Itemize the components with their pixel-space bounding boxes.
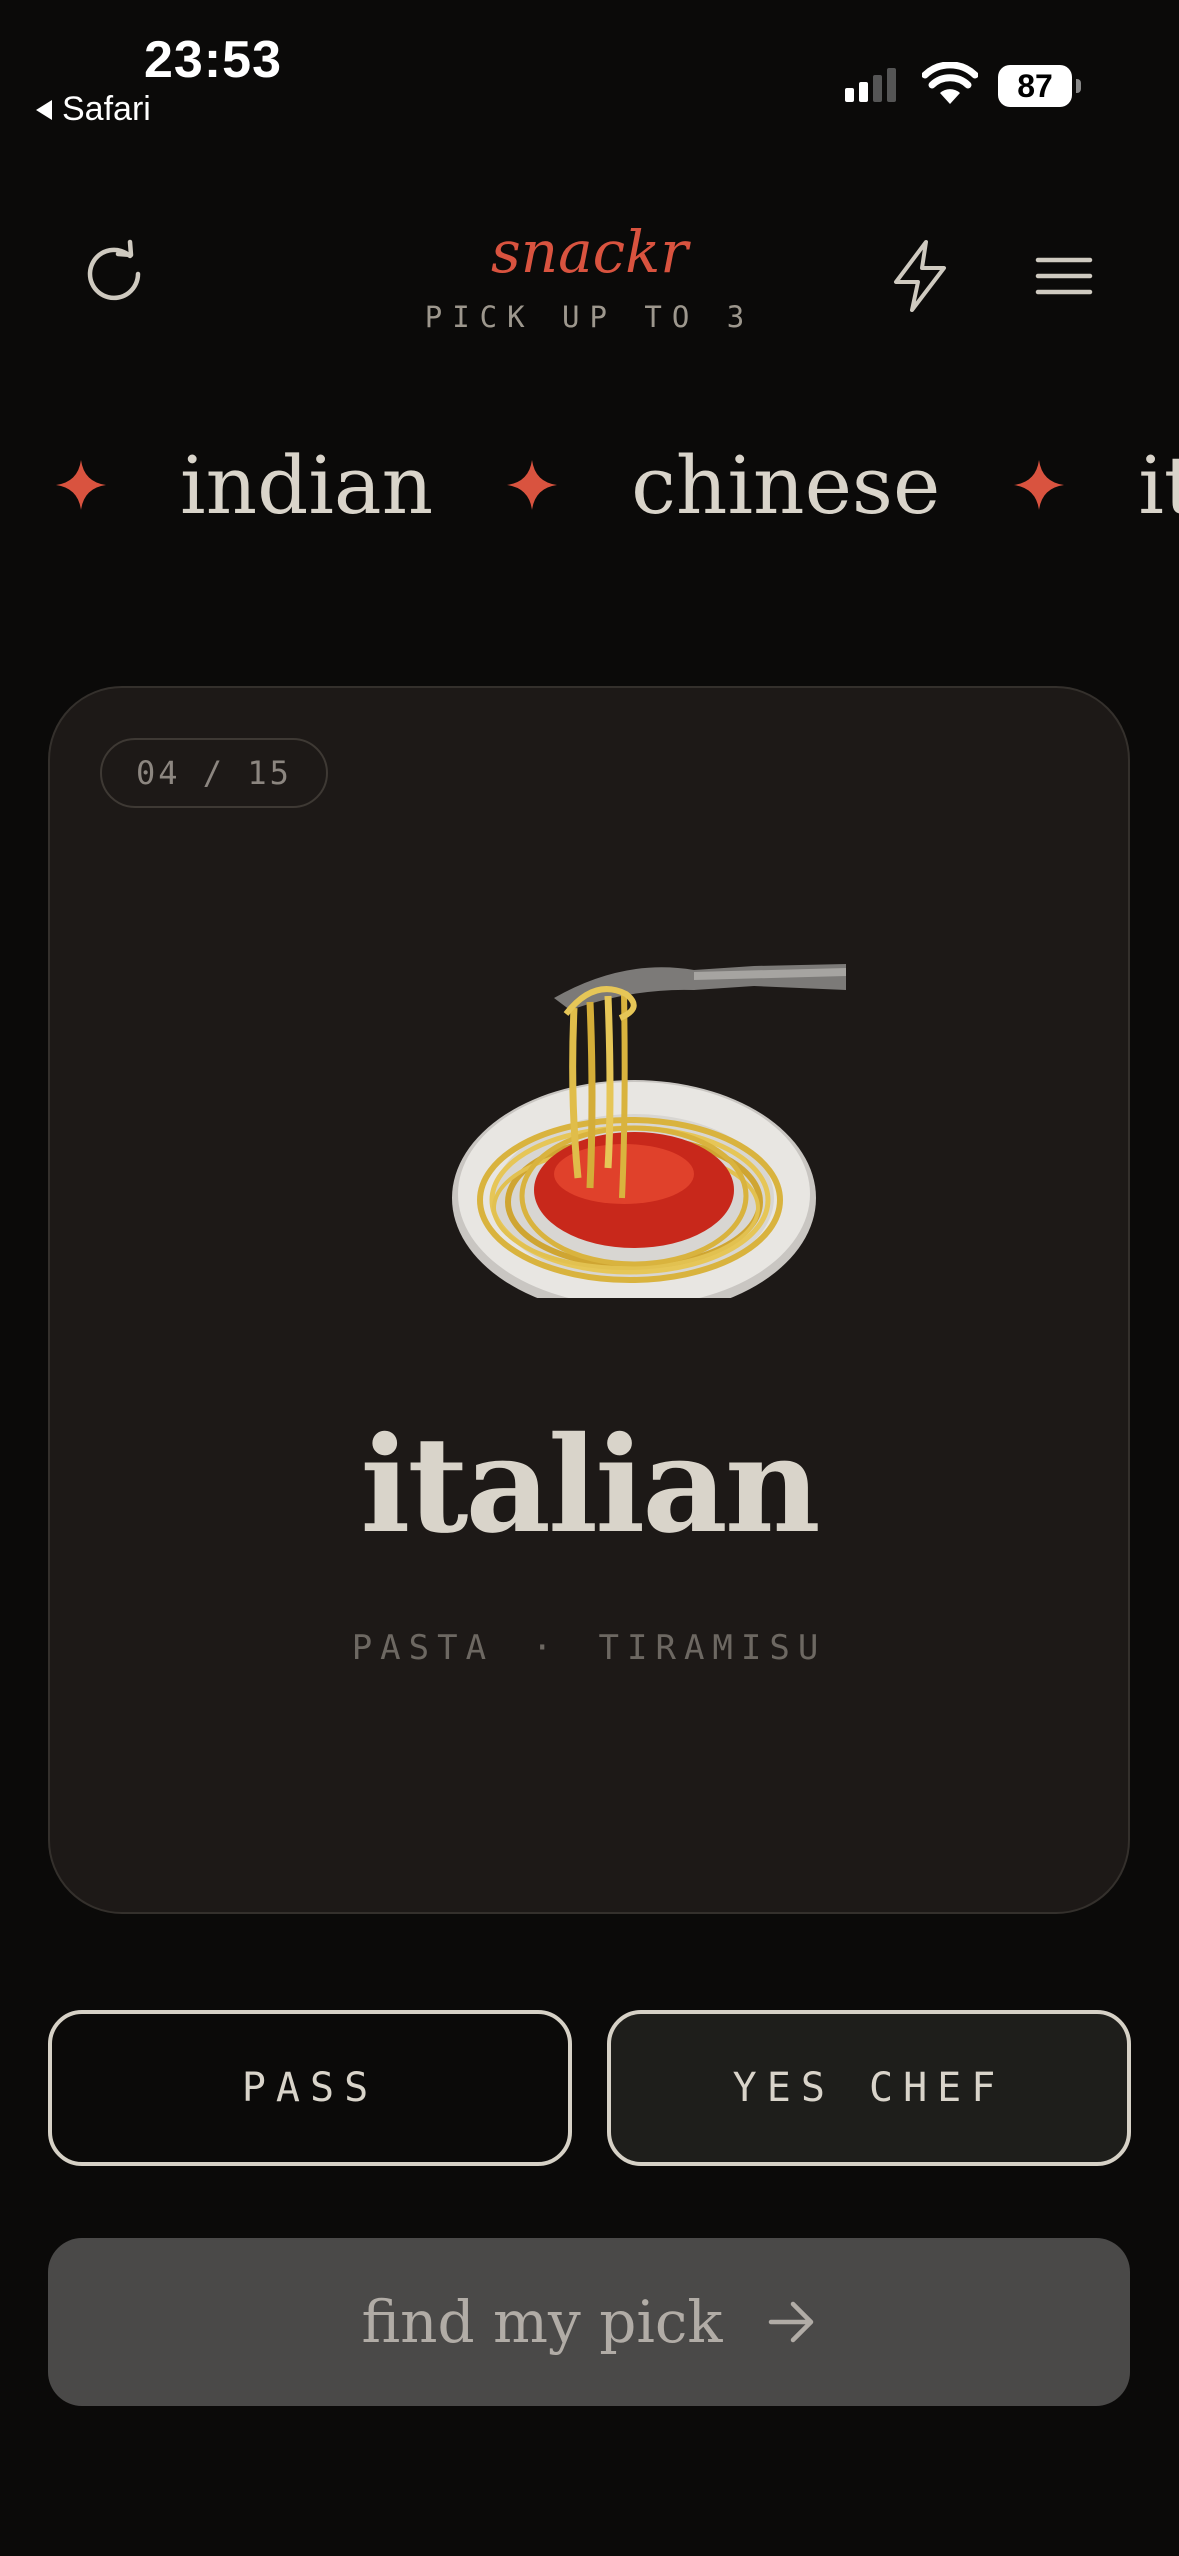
sparkle-icon [1014, 460, 1065, 510]
app-logo: snackr [490, 218, 689, 286]
card-counter: 04 / 15 [100, 738, 328, 808]
arrow-right-icon [768, 2301, 813, 2343]
cellular-signal-icon [845, 68, 896, 102]
dish-separator: · [532, 1628, 561, 1668]
back-to-safari-link[interactable]: Safari [36, 90, 151, 129]
back-arrow-icon [36, 99, 52, 120]
find-my-pick-label: find my pick [361, 2288, 723, 2356]
yes-chef-button[interactable]: YES CHEF [607, 2010, 1131, 2166]
signature-dishes: PASTA · TIRAMISU [50, 1628, 1128, 1668]
cuisine-marquee: indian chinese it [0, 430, 1179, 540]
sparkle-icon [56, 460, 106, 510]
find-my-pick-button[interactable]: find my pick [48, 2238, 1130, 2406]
dish-label: PASTA [351, 1628, 495, 1668]
lightning-icon [894, 240, 946, 312]
marquee-item: chinese [631, 438, 941, 532]
dish-label: TIRAMISU [598, 1628, 827, 1668]
status-time: 23:53 [144, 31, 282, 89]
spaghetti-icon [452, 964, 846, 1298]
wifi-icon [922, 62, 978, 104]
cuisine-card[interactable]: 04 / 15 italian PASTA · TIRAMISU [48, 686, 1130, 1914]
pass-button[interactable]: PASS [48, 2010, 572, 2166]
page-subtitle: PICK UP TO 3 [424, 300, 755, 334]
marquee-item: indian [180, 438, 434, 532]
battery-indicator: 87 [998, 65, 1081, 107]
hamburger-menu-icon [1035, 257, 1093, 295]
menu-button[interactable] [1034, 254, 1094, 298]
marquee-item: it [1138, 438, 1179, 532]
sparkle-icon [507, 460, 558, 510]
cuisine-name: italian [360, 1408, 820, 1563]
quick-pick-button[interactable] [884, 238, 956, 314]
back-app-label: Safari [62, 90, 151, 128]
